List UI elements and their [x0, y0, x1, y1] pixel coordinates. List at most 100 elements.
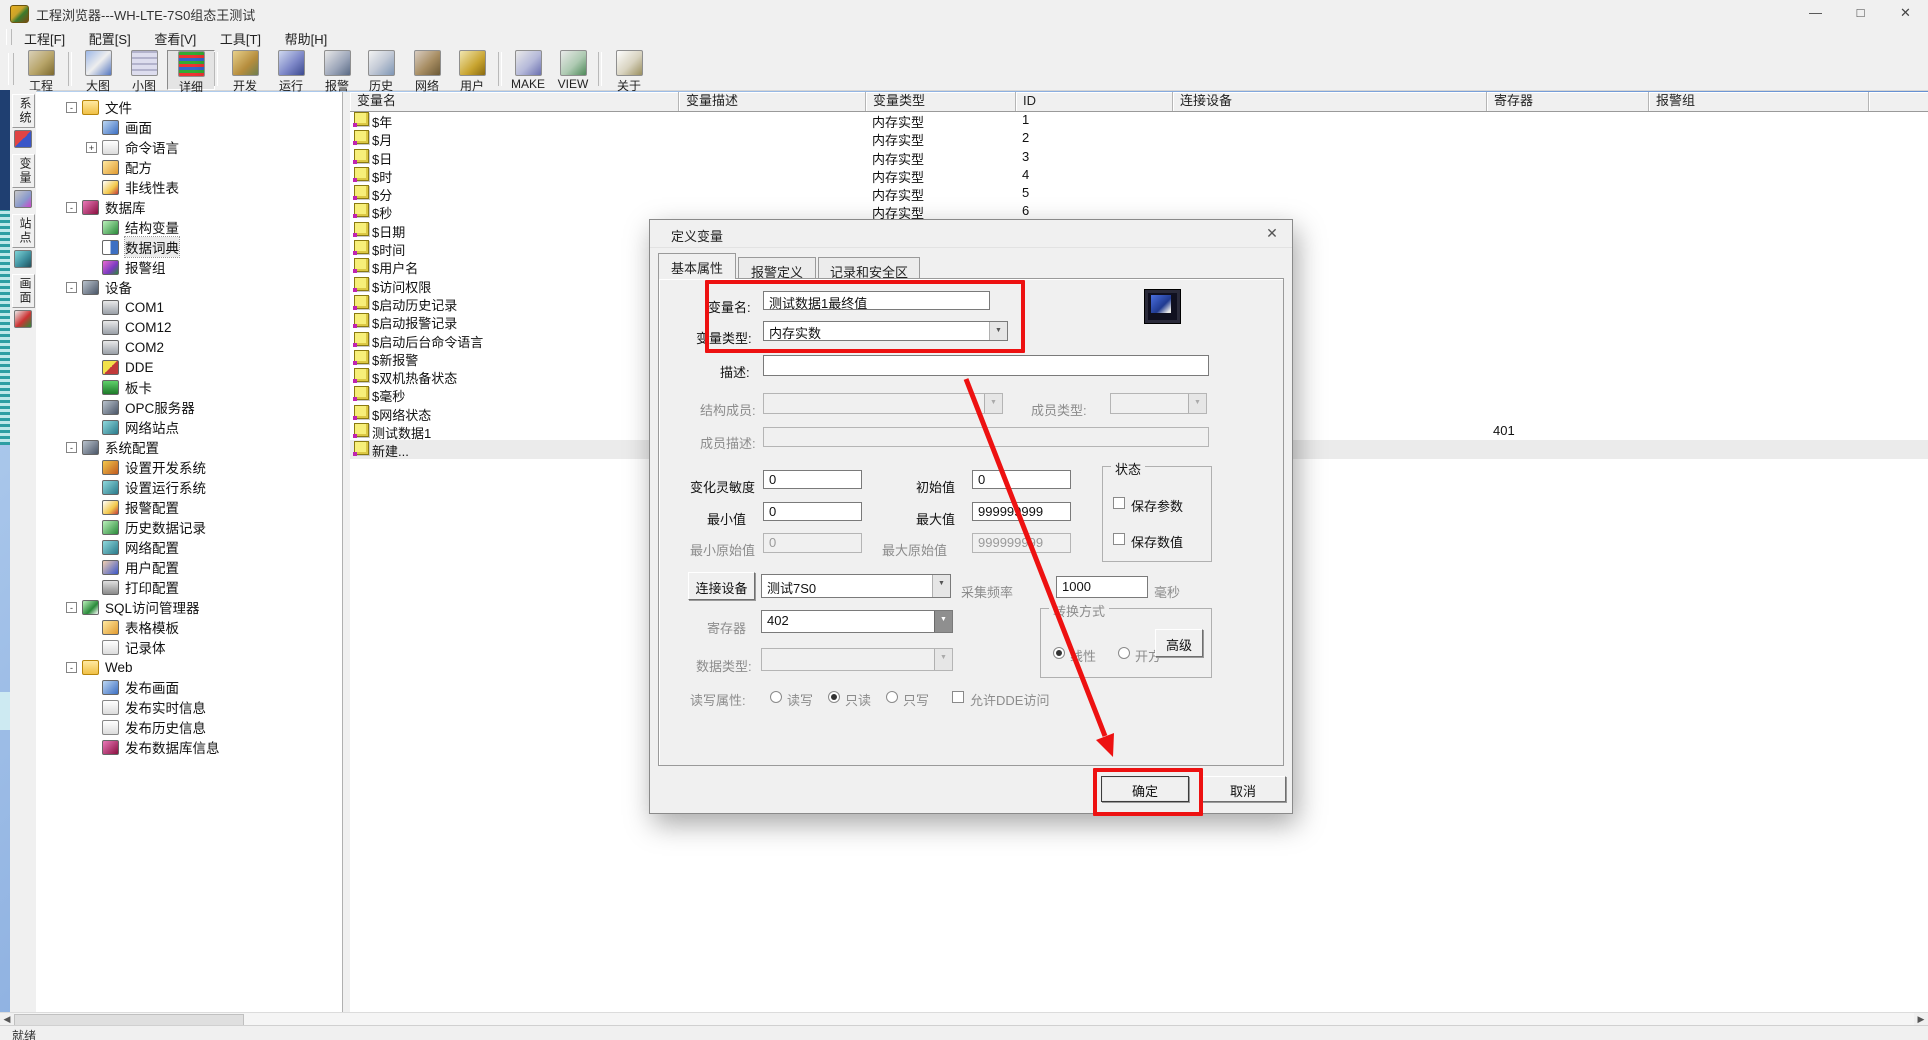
linear-radio[interactable]: [1053, 647, 1065, 659]
toolbar-alarm-button[interactable]: 报警: [314, 50, 360, 88]
sensitivity-input[interactable]: 0: [763, 470, 862, 489]
menu-view[interactable]: 查看[V]: [144, 26, 206, 48]
expand-toggle[interactable]: -: [66, 102, 77, 113]
tab-alarm-definition[interactable]: 报警定义: [738, 257, 816, 279]
tab-screens[interactable]: 画面: [12, 274, 35, 308]
cancel-button[interactable]: 取消: [1200, 776, 1286, 802]
tree-item[interactable]: 网络配置: [36, 537, 342, 557]
tree-item[interactable]: 板卡: [36, 377, 342, 397]
tab-system[interactable]: 系统: [12, 94, 35, 128]
tree-item[interactable]: COM2: [36, 337, 342, 357]
horizontal-scrollbar[interactable]: ◀ ▶: [0, 1012, 1928, 1026]
min-raw-input[interactable]: 0: [763, 533, 862, 553]
toolbar-network-button[interactable]: 网络: [404, 50, 450, 88]
tree-item[interactable]: - Web: [36, 657, 342, 677]
tree-item[interactable]: 报警组: [36, 257, 342, 277]
tree-item[interactable]: 报警配置: [36, 497, 342, 517]
expand-toggle[interactable]: -: [66, 442, 77, 453]
bitmap-icon[interactable]: [1144, 289, 1181, 324]
tree-item[interactable]: 网络站点: [36, 417, 342, 437]
connect-device-button[interactable]: 连接设备: [688, 572, 755, 600]
tree-item[interactable]: 设置运行系统: [36, 477, 342, 497]
tree-item[interactable]: 发布数据库信息: [36, 737, 342, 757]
panel-splitter[interactable]: [343, 92, 350, 1012]
tree-item[interactable]: 发布画面: [36, 677, 342, 697]
max-raw-input[interactable]: 999999999: [972, 533, 1071, 553]
tree-item[interactable]: COM12: [36, 317, 342, 337]
tree-item[interactable]: 用户配置: [36, 557, 342, 577]
expand-toggle[interactable]: -: [66, 662, 77, 673]
tree-item[interactable]: OPC服务器: [36, 397, 342, 417]
tree-item[interactable]: - 系统配置: [36, 437, 342, 457]
column-header-type[interactable]: 变量类型: [866, 92, 1016, 111]
toolbar-small-icons-button[interactable]: 小图: [121, 50, 167, 88]
column-header-device[interactable]: 连接设备: [1173, 92, 1487, 111]
write-only-radio[interactable]: [886, 691, 898, 703]
dde-checkbox[interactable]: [952, 691, 964, 703]
screens-icon[interactable]: [14, 310, 32, 328]
toolbar-history-button[interactable]: 历史: [358, 50, 404, 88]
stations-icon[interactable]: [14, 250, 32, 268]
toolbar-run-button[interactable]: 运行: [268, 50, 314, 88]
max-value-input[interactable]: 999999999: [972, 502, 1071, 521]
variable-row[interactable]: $分 内存实型 5: [350, 184, 1928, 202]
struct-member-dropdown[interactable]: [763, 393, 1003, 414]
variables-icon[interactable]: [14, 190, 32, 208]
column-header-alarm-group[interactable]: 报警组: [1649, 92, 1869, 111]
menu-config[interactable]: 配置[S]: [79, 26, 141, 48]
tree-item[interactable]: 发布实时信息: [36, 697, 342, 717]
menu-help[interactable]: 帮助[H]: [275, 26, 338, 48]
variable-row[interactable]: $年 内存实型 1: [350, 111, 1928, 129]
expand-toggle[interactable]: -: [66, 602, 77, 613]
tree-item[interactable]: COM1: [36, 297, 342, 317]
tree-item[interactable]: - 设备: [36, 277, 342, 297]
read-write-radio[interactable]: [770, 691, 782, 703]
tree-item[interactable]: - SQL访问管理器: [36, 597, 342, 617]
tree-item[interactable]: 结构变量: [36, 217, 342, 237]
toolbar-project-button[interactable]: 工程: [18, 50, 64, 88]
minimize-button[interactable]: —: [1793, 0, 1838, 26]
read-only-radio[interactable]: [828, 691, 840, 703]
column-header-register[interactable]: 寄存器: [1487, 92, 1649, 111]
tab-variables[interactable]: 变量: [12, 154, 35, 188]
tree-item[interactable]: 表格模板: [36, 617, 342, 637]
column-header-name[interactable]: 变量名: [350, 92, 679, 111]
description-input[interactable]: [763, 355, 1209, 376]
toolbar-details-button[interactable]: 详细: [167, 50, 215, 90]
tree-item[interactable]: 打印配置: [36, 577, 342, 597]
variable-row[interactable]: $月 内存实型 2: [350, 129, 1928, 147]
tab-stations[interactable]: 站点: [12, 214, 35, 248]
save-values-checkbox[interactable]: [1113, 533, 1125, 545]
member-type-dropdown[interactable]: [1110, 393, 1207, 414]
tree-item[interactable]: - 数据库: [36, 197, 342, 217]
menu-tools[interactable]: 工具[T]: [210, 26, 271, 48]
tree-item[interactable]: DDE: [36, 357, 342, 377]
toolbar-view-button[interactable]: VIEW: [550, 50, 596, 88]
tree-item[interactable]: 数据词典: [36, 237, 342, 257]
tree-item[interactable]: 历史数据记录: [36, 517, 342, 537]
dialog-close-icon[interactable]: ✕: [1260, 223, 1284, 244]
tree-item[interactable]: - 文件: [36, 97, 342, 117]
sqrt-radio[interactable]: [1118, 647, 1130, 659]
member-desc-input[interactable]: [763, 427, 1209, 447]
tree-item[interactable]: 配方: [36, 157, 342, 177]
connect-device-dropdown[interactable]: 测试7S0: [761, 574, 951, 598]
toolbar-make-button[interactable]: MAKE: [505, 50, 551, 88]
tree-item[interactable]: 非线性表: [36, 177, 342, 197]
min-value-input[interactable]: 0: [763, 502, 862, 521]
tree-item[interactable]: 画面: [36, 117, 342, 137]
system-icon[interactable]: [14, 130, 32, 148]
toolbar-about-button[interactable]: 关于: [606, 50, 652, 88]
register-combo[interactable]: 402: [761, 610, 953, 633]
tab-record-security[interactable]: 记录和安全区: [818, 257, 920, 279]
variable-row[interactable]: $日 内存实型 3: [350, 148, 1928, 166]
expand-toggle[interactable]: -: [66, 282, 77, 293]
column-header-description[interactable]: 变量描述: [679, 92, 866, 111]
initial-value-input[interactable]: 0: [972, 470, 1071, 489]
tree-item[interactable]: 记录体: [36, 637, 342, 657]
advanced-button[interactable]: 高级: [1155, 629, 1203, 657]
expand-toggle[interactable]: +: [86, 142, 97, 153]
close-button[interactable]: ✕: [1883, 0, 1928, 26]
column-header-id[interactable]: ID: [1016, 92, 1173, 111]
toolbar-develop-button[interactable]: 开发: [222, 50, 268, 88]
